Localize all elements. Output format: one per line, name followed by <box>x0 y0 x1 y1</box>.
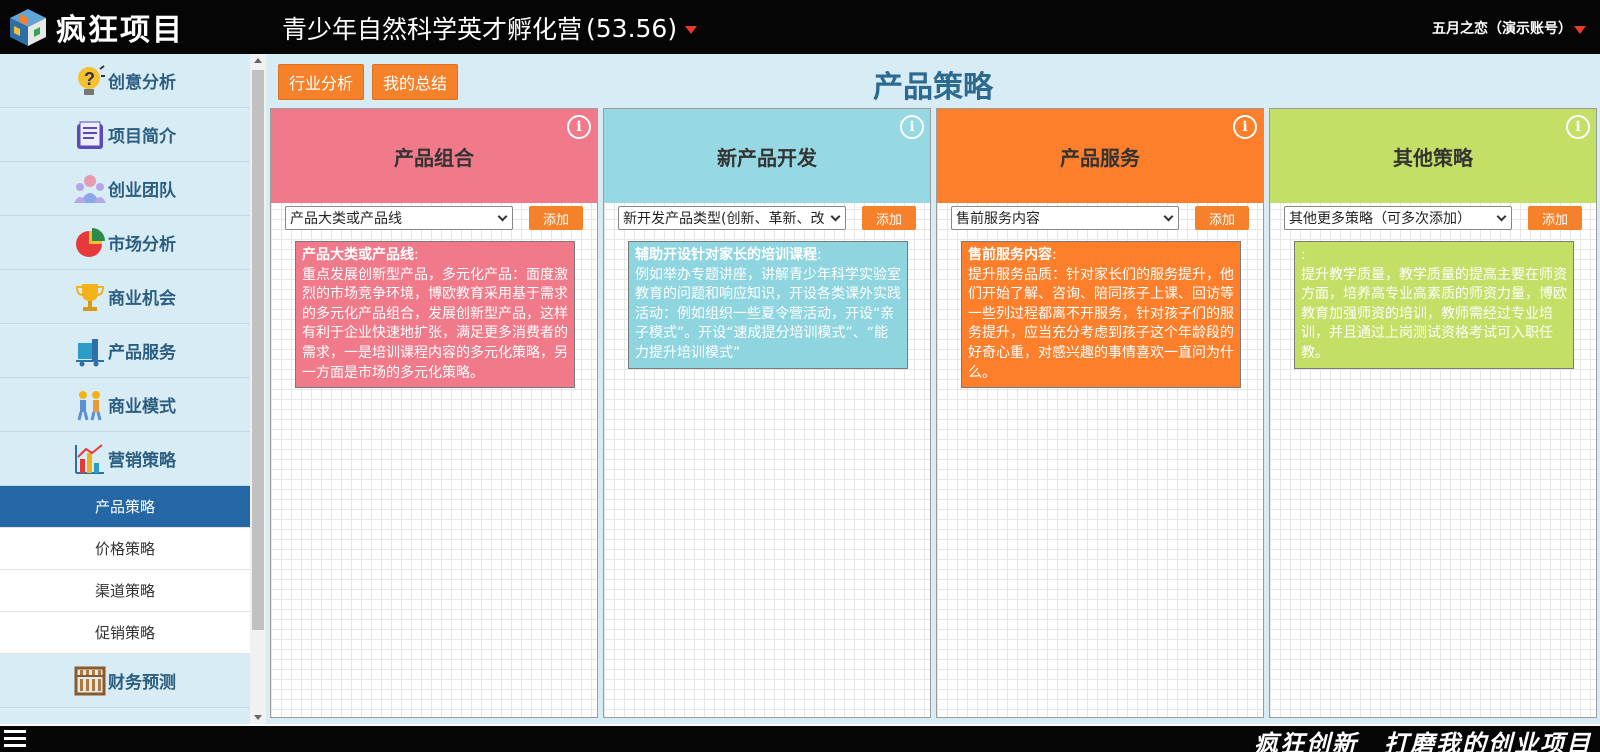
sidebar-item-label: 产品服务 <box>108 343 176 363</box>
cart-icon <box>74 335 106 367</box>
chevron-down-icon <box>830 211 841 221</box>
column-title: 其他策略 <box>1393 145 1473 170</box>
slogan: 疯狂创新 打磨我的创业项目 <box>1254 730 1592 752</box>
sidebar-item-label: 创意分析 <box>108 73 176 93</box>
note-body: 例如举办专题讲座，讲解青少年科学实验室教育的问题和响应知识，开设各类课外实践活动… <box>635 266 901 361</box>
column-header: 产品服务 i <box>937 109 1263 203</box>
sidebar-item-label: 市场分析 <box>108 235 176 255</box>
team-icon <box>74 173 106 205</box>
logo[interactable]: 疯狂项目 <box>6 6 184 48</box>
bar-chart-icon <box>74 443 106 475</box>
sidebar-item-market[interactable]: 市场分析 <box>0 216 250 270</box>
column-title: 产品服务 <box>1060 145 1140 170</box>
strategy-note[interactable]: 产品大类或产品线: 重点发展创新型产品，多元化产品：面度激烈的市场竞争环境，博欧… <box>295 241 575 389</box>
column-header: 其他策略 i <box>1270 109 1596 203</box>
category-select[interactable]: 其他更多策略（可多次添加） <box>1284 206 1512 230</box>
logo-cube-icon <box>6 6 50 48</box>
svg-text:?: ? <box>84 69 95 89</box>
sidebar-item-team[interactable]: 创业团队 <box>0 162 250 216</box>
sidebar-item-business-model[interactable]: 商业模式 <box>0 378 250 432</box>
strategy-note[interactable]: : 提升教学质量，教学质量的提高主要在师资方面，培养高专业高素质的师资力量，博欧… <box>1294 241 1574 369</box>
control-row: 新开发产品类型(创新、革新、改 添加 <box>618 205 918 231</box>
top-bar: 疯狂项目 青少年自然科学英才孵化营 (53.56) 五月之恋（演示账号） <box>0 0 1600 54</box>
category-select[interactable]: 产品大类或产品线 <box>285 206 513 230</box>
strategy-note[interactable]: 售前服务内容: 提升服务品质：针对家长们的服务提升，他们开始了解、咨询、陪同孩子… <box>961 241 1241 389</box>
project-name: 青少年自然科学英才孵化营 <box>282 15 583 44</box>
menu-icon[interactable] <box>4 730 26 748</box>
main-panel: 产品策略 行业分析 我的总结 产品组合 i 产品大类或产品线 添加 产品大类或产… <box>266 54 1600 724</box>
sidebar-item-label: 商业模式 <box>108 397 176 417</box>
chevron-down-icon <box>1163 211 1174 221</box>
note-body: 提升教学质量，教学质量的提高主要在师资方面，培养高专业高素质的师资力量，博欧教育… <box>1301 266 1567 361</box>
info-icon[interactable]: i <box>1233 115 1257 139</box>
note-body: 重点发展创新型产品，多元化产品：面度激烈的市场竞争环境，博欧教育采用基于需求的多… <box>302 266 568 381</box>
info-icon[interactable]: i <box>567 115 591 139</box>
sidebar-item-marketing[interactable]: 营销策略 <box>0 432 250 486</box>
caret-down-icon[interactable] <box>685 26 698 34</box>
scroll-up-icon[interactable] <box>254 58 262 63</box>
sidebar: ? 创意分析 项目简介 创业团队 市场分析 商业机会 产品服务 商业模式 营销策… <box>0 54 250 724</box>
info-icon[interactable]: i <box>1566 115 1590 139</box>
sub-item-promotion-strategy[interactable]: 促销策略 <box>0 612 250 654</box>
strategy-column-other: 其他策略 i 其他更多策略（可多次添加） 添加 : 提升教学质量，教学质量的提高… <box>1269 108 1597 718</box>
note-title: 产品大类或产品线 <box>302 247 414 263</box>
control-row: 其他更多策略（可多次添加） 添加 <box>1284 205 1584 231</box>
people-icon <box>74 389 106 421</box>
sidebar-item-label: 商业机会 <box>108 289 176 309</box>
chevron-down-icon <box>497 211 508 221</box>
industry-analysis-button[interactable]: 行业分析 <box>278 64 365 100</box>
caret-down-icon[interactable] <box>1574 26 1586 34</box>
column-header: 产品组合 i <box>271 109 597 203</box>
scroll-thumb[interactable] <box>252 70 264 630</box>
strategy-column-product-mix: 产品组合 i 产品大类或产品线 添加 产品大类或产品线: 重点发展创新型产品，多… <box>270 108 598 718</box>
sub-item-price-strategy[interactable]: 价格策略 <box>0 528 250 570</box>
logo-text: 疯狂项目 <box>56 13 184 48</box>
sidebar-item-intro[interactable]: 项目简介 <box>0 108 250 162</box>
category-select[interactable]: 售前服务内容 <box>951 206 1179 230</box>
project-title[interactable]: 青少年自然科学英才孵化营 (53.56) <box>282 10 698 46</box>
my-summary-button[interactable]: 我的总结 <box>372 64 459 100</box>
control-row: 售前服务内容 添加 <box>951 205 1251 231</box>
control-row: 产品大类或产品线 添加 <box>285 205 585 231</box>
document-icon <box>74 119 106 151</box>
sub-item-channel-strategy[interactable]: 渠道策略 <box>0 570 250 612</box>
chevron-down-icon <box>1496 211 1507 221</box>
add-button[interactable]: 添加 <box>1195 206 1249 230</box>
scroll-down-icon[interactable] <box>254 715 262 720</box>
page-title: 产品策略 <box>873 70 993 105</box>
strategy-column-new-product: 新产品开发 i 新开发产品类型(创新、革新、改 添加 辅助开设针对家长的培训课程… <box>603 108 931 718</box>
info-icon[interactable]: i <box>900 115 924 139</box>
column-header: 新产品开发 i <box>604 109 930 203</box>
user-name: 五月之恋（演示账号） <box>1432 21 1572 37</box>
user-menu[interactable]: 五月之恋（演示账号） <box>1432 18 1586 38</box>
column-title: 产品组合 <box>394 145 474 170</box>
sidebar-item-product[interactable]: 产品服务 <box>0 324 250 378</box>
strategy-note[interactable]: 辅助开设针对家长的培训课程: 例如举办专题讲座，讲解青少年科学实验室教育的问题和… <box>628 241 908 369</box>
sidebar-item-finance[interactable]: 财务预测 <box>0 654 250 708</box>
sub-item-product-strategy[interactable]: 产品策略 <box>0 486 250 528</box>
column-title: 新产品开发 <box>717 145 817 170</box>
category-select[interactable]: 新开发产品类型(创新、革新、改 <box>618 206 846 230</box>
sidebar-item-label: 项目简介 <box>108 127 176 147</box>
trophy-icon <box>74 281 106 313</box>
add-button[interactable]: 添加 <box>529 206 583 230</box>
pie-chart-icon <box>74 227 106 259</box>
strategy-column-product-service: 产品服务 i 售前服务内容 添加 售前服务内容: 提升服务品质：针对家长们的服务… <box>936 108 1264 718</box>
sidebar-item-label: 创业团队 <box>108 181 176 201</box>
sidebar-item-idea[interactable]: ? 创意分析 <box>0 54 250 108</box>
sidebar-item-label: 营销策略 <box>108 451 176 471</box>
sidebar-item-partial[interactable] <box>0 708 250 724</box>
sidebar-item-opportunity[interactable]: 商业机会 <box>0 270 250 324</box>
add-button[interactable]: 添加 <box>1528 206 1582 230</box>
project-score: (53.56) <box>586 13 678 43</box>
sidebar-scrollbar[interactable] <box>250 54 266 724</box>
note-body: 提升服务品质：针对家长们的服务提升，他们开始了解、咨询、陪同孩子上课、回访等一些… <box>968 266 1234 381</box>
sidebar-item-label: 财务预测 <box>108 673 176 693</box>
note-title: 售前服务内容 <box>968 247 1052 263</box>
bottom-bar: 疯狂创新 打磨我的创业项目 <box>0 726 1600 752</box>
idea-question-icon: ? <box>74 64 106 97</box>
note-title: 辅助开设针对家长的培训课程 <box>635 247 817 263</box>
abacus-icon <box>74 665 106 697</box>
add-button[interactable]: 添加 <box>862 206 916 230</box>
